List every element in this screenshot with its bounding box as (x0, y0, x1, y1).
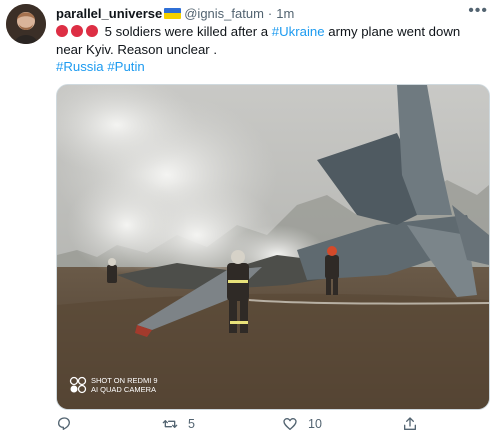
tweet-photo[interactable]: SHOT ON REDMI 9 AI QUAD CAMERA (56, 84, 490, 410)
ukraine-flag-icon (164, 7, 182, 19)
tweet[interactable]: parallel_universe @ignis_fatum · 1m ••• … (0, 0, 500, 447)
hashtag-line: #Russia #Putin (56, 59, 145, 74)
hashtag-putin[interactable]: #Putin (107, 59, 144, 74)
like-count: 10 (308, 417, 322, 431)
heart-icon (283, 418, 297, 430)
red-circle-icon (86, 25, 98, 37)
avatar[interactable] (6, 4, 46, 44)
watermark-line1: SHOT ON REDMI 9 (91, 376, 158, 385)
more-icon[interactable]: ••• (468, 2, 488, 20)
reply-icon (58, 417, 70, 430)
display-name[interactable]: parallel_universe (56, 6, 162, 21)
reply-button[interactable] (56, 416, 72, 432)
tweet-header: parallel_universe @ignis_fatum · 1m (56, 4, 294, 22)
tweet-actions: 5 10 (56, 416, 488, 438)
tweet-text: 5 soldiers were killed after a #Ukraine … (56, 23, 486, 59)
watermark-line2: AI QUAD CAMERA (91, 385, 156, 394)
red-circle-icon (71, 25, 83, 37)
share-icon (404, 417, 416, 430)
hashtag-russia[interactable]: #Russia (56, 59, 104, 74)
hashtag-ukraine[interactable]: #Ukraine (272, 24, 325, 39)
retweet-count: 5 (188, 417, 195, 431)
like-button[interactable]: 10 (282, 416, 322, 432)
separator-dot: · (267, 5, 273, 21)
share-button[interactable] (402, 416, 418, 432)
tweet-text-main: 5 soldiers were killed after a (104, 24, 272, 39)
retweet-button[interactable]: 5 (162, 416, 195, 432)
tweet-timestamp[interactable]: 1m (276, 6, 294, 21)
user-handle[interactable]: @ignis_fatum (184, 6, 264, 21)
red-circle-icon (56, 25, 68, 37)
retweet-icon (162, 420, 178, 428)
